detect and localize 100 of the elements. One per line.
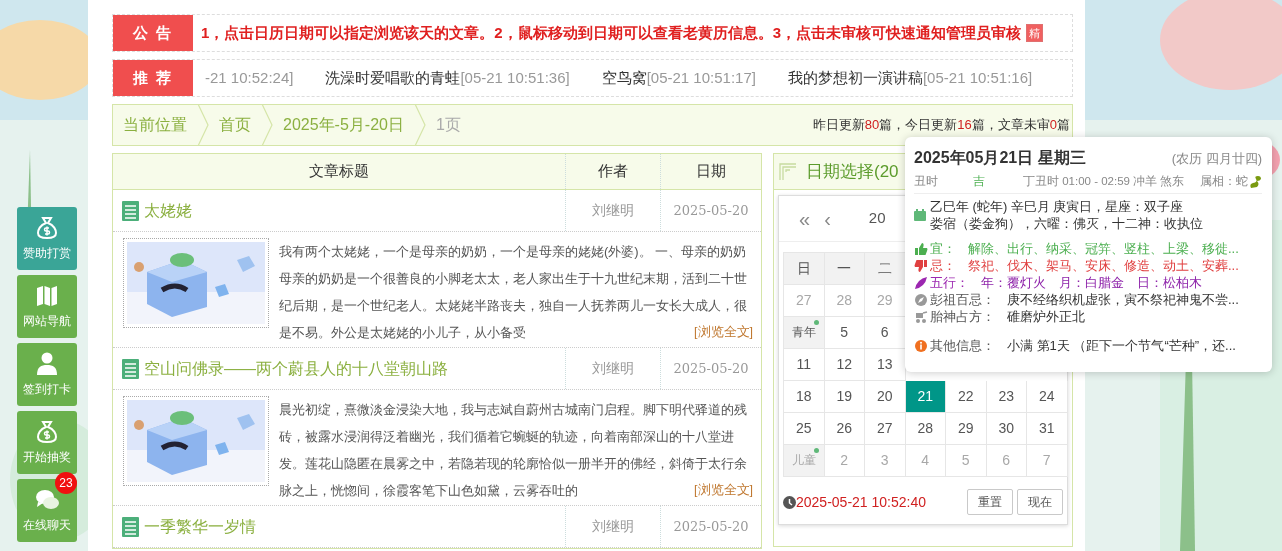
breadcrumb-label: 当前位置 — [122, 115, 188, 135]
article-title-link[interactable]: 空山问佛录——两个蔚县人的十八堂朝山路 — [144, 356, 448, 381]
almanac-value: 祭祀、伐木、架马、安床、修造、动土、安葬... — [968, 257, 1239, 275]
notice-label: 公 告 — [113, 15, 193, 51]
notice-text: 1，点击日历日期可以指定浏览该天的文章。2，鼠标移动到日期可以查看老黄历信息。3，点击未审核可快速通知管理员审核 — [201, 22, 1022, 43]
day-cell[interactable]: 20 — [865, 381, 906, 413]
article-title-link[interactable]: 一季繁华一岁情 — [144, 514, 256, 539]
author-name: 刘继明 — [592, 201, 634, 220]
list-icon — [121, 199, 140, 222]
sidebar-button[interactable]: 开始抽奖 — [17, 411, 77, 474]
day-cell[interactable]: 26 — [824, 413, 865, 445]
day-cell[interactable]: 28 — [905, 413, 946, 445]
recommended-link[interactable]: -21 10:52:24] — [205, 66, 294, 90]
zodiac-text: 属相：蛇 — [1200, 174, 1248, 189]
festival-cell[interactable]: 儿童 — [784, 445, 825, 477]
featured-badge: 精 — [1026, 24, 1044, 42]
day-cell[interactable]: 7 — [1027, 445, 1068, 477]
stroller-icon — [914, 309, 928, 324]
almanac-value: 碓磨炉外正北 — [1007, 308, 1085, 326]
day-cell[interactable]: 19 — [824, 381, 865, 413]
author-name: 刘继明 — [592, 359, 634, 378]
day-cell[interactable]: 24 — [1027, 381, 1068, 413]
post-date: 2025-05-20 — [673, 359, 749, 378]
day-cell[interactable]: 5 — [824, 317, 865, 349]
post-date: 2025-05-20 — [673, 201, 749, 220]
festival-cell[interactable]: 青年 — [784, 317, 825, 349]
day-cell[interactable]: 11 — [784, 349, 825, 381]
clock-icon — [783, 495, 796, 509]
recommend-label: 推 荐 — [113, 60, 193, 96]
calendar-button[interactable]: 现在 — [1017, 489, 1063, 515]
day-cell[interactable]: 23 — [986, 381, 1027, 413]
author-name: 刘继明 — [592, 517, 634, 536]
day-cell[interactable]: 31 — [1027, 413, 1068, 445]
post-date: 2025-05-20 — [673, 517, 749, 536]
compass-icon — [914, 292, 928, 307]
ganzhi-line: 乙巳年 (蛇年) 辛巳月 庚寅日，星座：双子座 — [930, 198, 1185, 216]
article-excerpt: 晨光初绽，熹微淡金浸染大地，我与志斌自蔚州古城南门启程。脚下明代驿道的残砖，被露水浸润得泛着幽光，我们循着它蜿蜒的轨迹，向着南部深山的十八堂进发。莲花山隐匿在晨雾之中，若隐若现的轮廓恰似一册半开的佛经，斜倚于太行余脉之上，恍惚间，徐霞客笔下山色如黛，云雾吞吐的 [浏览全文] — [279, 396, 753, 504]
almanac-value: 年：覆灯火 月：白腊金 日：松柏木 — [981, 274, 1202, 292]
read-more-link[interactable]: [浏览全文] — [694, 477, 753, 504]
list-icon — [121, 357, 140, 380]
sidebar-button[interactable]: 赞助打赏 — [17, 207, 77, 270]
leaf-icon — [914, 275, 928, 290]
column-header: 日期 — [696, 161, 726, 182]
thumbs-up-icon — [914, 241, 928, 256]
money-bag-icon — [34, 215, 60, 241]
calendar-button[interactable]: 重置 — [967, 489, 1013, 515]
breadcrumb-link[interactable]: 2025年-5月-20日 — [273, 113, 414, 137]
read-more-link[interactable]: [浏览全文] — [694, 319, 753, 346]
prev-year-button[interactable]: « — [799, 203, 811, 234]
day-cell[interactable]: 30 — [986, 413, 1027, 445]
update-stats: 昨日更新80篇，今日更新16篇，文章未审0篇 — [812, 116, 1071, 135]
column-header: 作者 — [598, 161, 628, 182]
holiday-dot — [813, 320, 819, 325]
holiday-dot — [813, 448, 819, 453]
prev-month-button[interactable]: ‹ — [824, 203, 831, 234]
sidebar-button[interactable]: 网站导航 — [17, 275, 77, 338]
almanac-label: 忌： — [930, 257, 956, 275]
weekday-header: 一 — [824, 253, 865, 285]
day-cell[interactable]: 27 — [865, 413, 906, 445]
almanac-date: 2025年05月21日 星期三 — [914, 148, 1086, 168]
day-cell[interactable]: 12 — [824, 349, 865, 381]
corner-ornament-icon — [778, 161, 798, 182]
breadcrumb-link[interactable]: 首页 — [209, 113, 261, 137]
almanac-label: 宜： — [930, 240, 956, 258]
lunar-date: (农历 四月廿四) — [1171, 150, 1262, 168]
day-cell[interactable]: 6 — [986, 445, 1027, 477]
hour-name: 丑时 — [914, 174, 938, 189]
day-cell[interactable]: 3 — [865, 445, 906, 477]
almanac-value: 解除、出行、纳采、冠笄、竖柱、上梁、移徙... — [968, 240, 1239, 258]
info-icon — [914, 338, 928, 353]
calendar-title: 日期选择(20 — [806, 160, 899, 183]
day-cell[interactable]: 4 — [905, 445, 946, 477]
day-cell[interactable]: 28 — [824, 285, 865, 317]
day-cell[interactable]: 21 — [905, 381, 946, 413]
almanac-value: 小满 第1天 （距下一个节气“芒种”，还... — [1007, 337, 1236, 355]
day-cell[interactable]: 18 — [784, 381, 825, 413]
hour-detail: 丁丑时 01:00 - 02:59 冲羊 煞东 — [1023, 174, 1185, 189]
recommended-link[interactable]: 我的梦想初一演讲稿[05-21 10:51:16] — [787, 66, 1033, 90]
user-icon — [34, 351, 60, 377]
almanac-label: 胎神占方： — [930, 308, 995, 326]
recommended-link[interactable]: 空鸟窝[05-21 10:51:17] — [601, 66, 756, 90]
recommended-link[interactable]: 洗澡时爱唱歌的青蛙[05-21 10:51:36] — [325, 66, 570, 90]
almanac-label: 五行： — [930, 274, 969, 292]
column-header: 文章标题 — [309, 161, 369, 182]
day-cell[interactable]: 29 — [946, 413, 987, 445]
almanac-label: 其他信息： — [930, 337, 995, 355]
sidebar-button[interactable]: 签到打卡 — [17, 343, 77, 406]
calendar-icon — [914, 209, 926, 222]
luck-text: 吉 — [973, 174, 985, 189]
current-time: 2025-05-21 10:52:40 — [796, 492, 926, 512]
article-title-link[interactable]: 太姥姥 — [144, 198, 192, 223]
almanac-label: 彭祖百忌： — [930, 291, 995, 309]
snake-icon — [1248, 174, 1262, 189]
article-excerpt: 我有两个太姥姥，一个是母亲的奶奶，一个是母亲的姥姥(外婆)。 一、母亲的奶奶母亲的奶奶是一个很善良的小脚老太太，老人家出生于十九世纪末期，活到二十世纪后期，是一个世纪老人。太姥姥半路丧夫，独自一人抚养两儿一女长大成人，很是不易。外公是太姥姥的小儿子，从小备受 [浏览全文] — [279, 238, 753, 346]
day-cell[interactable]: 5 — [946, 445, 987, 477]
day-cell[interactable]: 22 — [946, 381, 987, 413]
weekday-header: 日 — [784, 253, 825, 285]
day-cell[interactable]: 2 — [824, 445, 865, 477]
breadcrumb-link[interactable]: 1页 — [425, 113, 471, 137]
year-month-selector[interactable]: 20 — [868, 207, 886, 230]
